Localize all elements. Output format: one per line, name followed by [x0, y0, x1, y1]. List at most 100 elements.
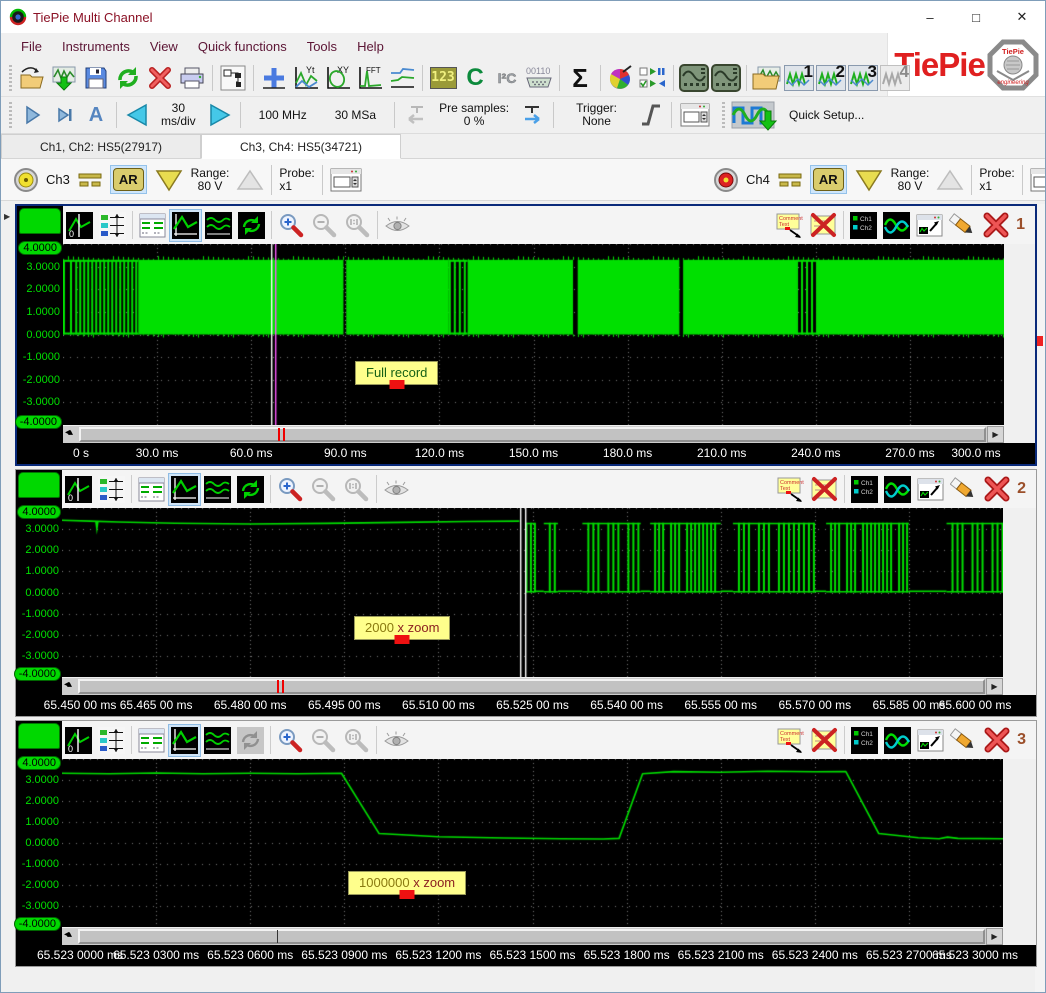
ch3-autorange-button[interactable]: AR: [113, 168, 144, 191]
graph3-envelope-icon[interactable]: [201, 724, 234, 757]
graph3-colors-trace-icon[interactable]: [881, 724, 914, 757]
graph2-legend-icon[interactable]: Ch1Ch2: [848, 473, 881, 506]
graph1-marker-label[interactable]: Full record: [355, 361, 438, 385]
graph3-table-icon[interactable]: [135, 724, 168, 757]
graph2-axis-handle[interactable]: [16, 470, 62, 508]
graph1-comment-add-icon[interactable]: CommentText: [774, 209, 807, 242]
sigma-icon[interactable]: Σ: [564, 62, 596, 93]
close-icon[interactable]: ✕: [999, 1, 1045, 33]
auto-setup-button[interactable]: A: [80, 100, 112, 131]
expand-panel-icon[interactable]: ▶: [4, 212, 10, 221]
graph2-colors-trace-icon[interactable]: [881, 473, 914, 506]
meter-icon[interactable]: [386, 62, 418, 93]
graph3-axis-handle[interactable]: [16, 721, 62, 759]
graph1-zoom-reset-icon[interactable]: [341, 209, 374, 242]
quick-setup-icon[interactable]: [729, 100, 781, 131]
one-shot-button[interactable]: [48, 100, 80, 131]
wave-button-3[interactable]: 3: [847, 62, 879, 93]
wave-folder-icon[interactable]: [751, 62, 783, 93]
tab-ch3-ch4[interactable]: Ch3, Ch4: HS5(34721): [201, 134, 401, 159]
graph1-zoom-out-icon[interactable]: [308, 209, 341, 242]
graph2-eraser-icon[interactable]: [947, 473, 980, 506]
ch4-autorange-button[interactable]: AR: [813, 168, 844, 191]
graph2-comment-add-icon[interactable]: CommentText: [775, 473, 808, 506]
scrollbar-thumb[interactable]: [78, 679, 985, 694]
ch3-range-down-icon[interactable]: [154, 168, 184, 192]
import-wave-icon[interactable]: [48, 62, 80, 93]
graph1-zoom-in-icon[interactable]: [275, 209, 308, 242]
graph3-axis-zero-icon[interactable]: 0: [62, 724, 95, 757]
menu-view[interactable]: View: [140, 36, 188, 57]
graph2-marker-label[interactable]: 2000 x zoom: [354, 616, 450, 640]
graph3-marker-label[interactable]: 1000000 x zoom: [348, 871, 466, 895]
graph2-offsets-icon[interactable]: [95, 473, 128, 506]
menu-instruments[interactable]: Instruments: [52, 36, 140, 57]
graph3-close-graph-icon[interactable]: [980, 724, 1013, 757]
maximize-icon[interactable]: □: [953, 1, 999, 33]
timebase-faster-button[interactable]: [204, 100, 236, 131]
graph3-zoom-reset-icon[interactable]: [340, 724, 373, 757]
graph2-h-scrollbar[interactable]: ◂▴ ▶: [62, 677, 1003, 695]
ch3-bnc-icon[interactable]: [13, 167, 39, 193]
scrollbar-nav-icons[interactable]: ◂▴: [64, 679, 70, 690]
graph1-rotate-icon[interactable]: [235, 209, 268, 242]
wave-button-4[interactable]: 4: [879, 62, 911, 93]
menu-help[interactable]: Help: [347, 36, 394, 57]
graph1-h-scrollbar[interactable]: ◂▴▶: [63, 425, 1004, 443]
graph2-envelope-icon[interactable]: [201, 473, 234, 506]
graph3-comment-add-icon[interactable]: CommentText: [775, 724, 808, 757]
scrollbar-right-icon[interactable]: ▶: [986, 678, 1003, 695]
graph3-h-scrollbar[interactable]: ◂▴▶: [62, 927, 1003, 945]
graph1-envelope-icon[interactable]: [202, 209, 235, 242]
instrument-b-icon[interactable]: [710, 62, 742, 93]
trigger-edge-icon[interactable]: [635, 100, 667, 131]
graph2-rotate-icon[interactable]: [234, 473, 267, 506]
graph2-eye-icon[interactable]: [380, 473, 413, 506]
graph3-yt-icon[interactable]: [168, 724, 201, 757]
graph2-axis-zero-icon[interactable]: 0: [62, 473, 95, 506]
ch4-coupling-icon[interactable]: [777, 171, 803, 189]
graph2-yt-icon[interactable]: [168, 473, 201, 506]
graph3-zoom-out-icon[interactable]: [307, 724, 340, 757]
scrollbar-thumb[interactable]: [78, 929, 985, 944]
menu-quick-functions[interactable]: Quick functions: [188, 36, 297, 57]
graph1-y-axis[interactable]: 4.00003.00002.00001.00000.0000-1.0000-2.…: [17, 244, 63, 443]
graph1-legend-icon[interactable]: Ch1Ch2: [847, 209, 880, 242]
presamples-increase-button[interactable]: [517, 100, 549, 131]
numeric-123-icon[interactable]: 123: [427, 62, 459, 93]
colors-icon[interactable]: [605, 62, 637, 93]
scrollbar-right-icon[interactable]: ▶: [987, 426, 1004, 443]
graph-panel-2[interactable]: 0 CommentTextCh1Ch22 4.00003.00002.00001…: [15, 469, 1037, 717]
open-icon[interactable]: [16, 62, 48, 93]
wave-button-1[interactable]: 1: [783, 62, 815, 93]
graph3-eraser-icon[interactable]: [947, 724, 980, 757]
graph1-eye-icon[interactable]: [381, 209, 414, 242]
graph2-plot-area[interactable]: 2000 x zoom: [62, 508, 1003, 677]
graph1-plot-area[interactable]: Full record: [63, 244, 1004, 425]
ch4-range-down-icon[interactable]: [854, 168, 884, 192]
graph3-eye-icon[interactable]: [380, 724, 413, 757]
add-icon[interactable]: [258, 62, 290, 93]
graph2-close-graph-icon[interactable]: [980, 473, 1013, 506]
graph3-popout-icon[interactable]: [914, 724, 947, 757]
trigger-settings-button[interactable]: [676, 100, 714, 131]
object-tree-icon[interactable]: [217, 62, 249, 93]
serial-icon[interactable]: 00110: [523, 62, 555, 93]
graph1-eraser-icon[interactable]: [946, 209, 979, 242]
wave-button-2[interactable]: 2: [815, 62, 847, 93]
graph2-comment-delete-icon[interactable]: [808, 473, 841, 506]
graph1-popout-icon[interactable]: [913, 209, 946, 242]
scrollbar-thumb[interactable]: [79, 427, 986, 442]
yt-graph-icon[interactable]: Yt: [290, 62, 322, 93]
save-icon[interactable]: [80, 62, 112, 93]
graph-panel-3[interactable]: 0 CommentTextCh1Ch23 4.00003.00002.00001…: [15, 720, 1037, 967]
graph3-rotate-icon[interactable]: [234, 724, 267, 757]
instrument-a-icon[interactable]: [678, 62, 710, 93]
graph2-zoom-reset-icon[interactable]: [340, 473, 373, 506]
ch4-bnc-icon[interactable]: [713, 167, 739, 193]
menu-tools[interactable]: Tools: [297, 36, 347, 57]
graph1-yt-icon[interactable]: [169, 209, 202, 242]
graph1-comment-delete-icon[interactable]: [807, 209, 840, 242]
graph3-zoom-in-icon[interactable]: [274, 724, 307, 757]
graph1-table-icon[interactable]: [136, 209, 169, 242]
